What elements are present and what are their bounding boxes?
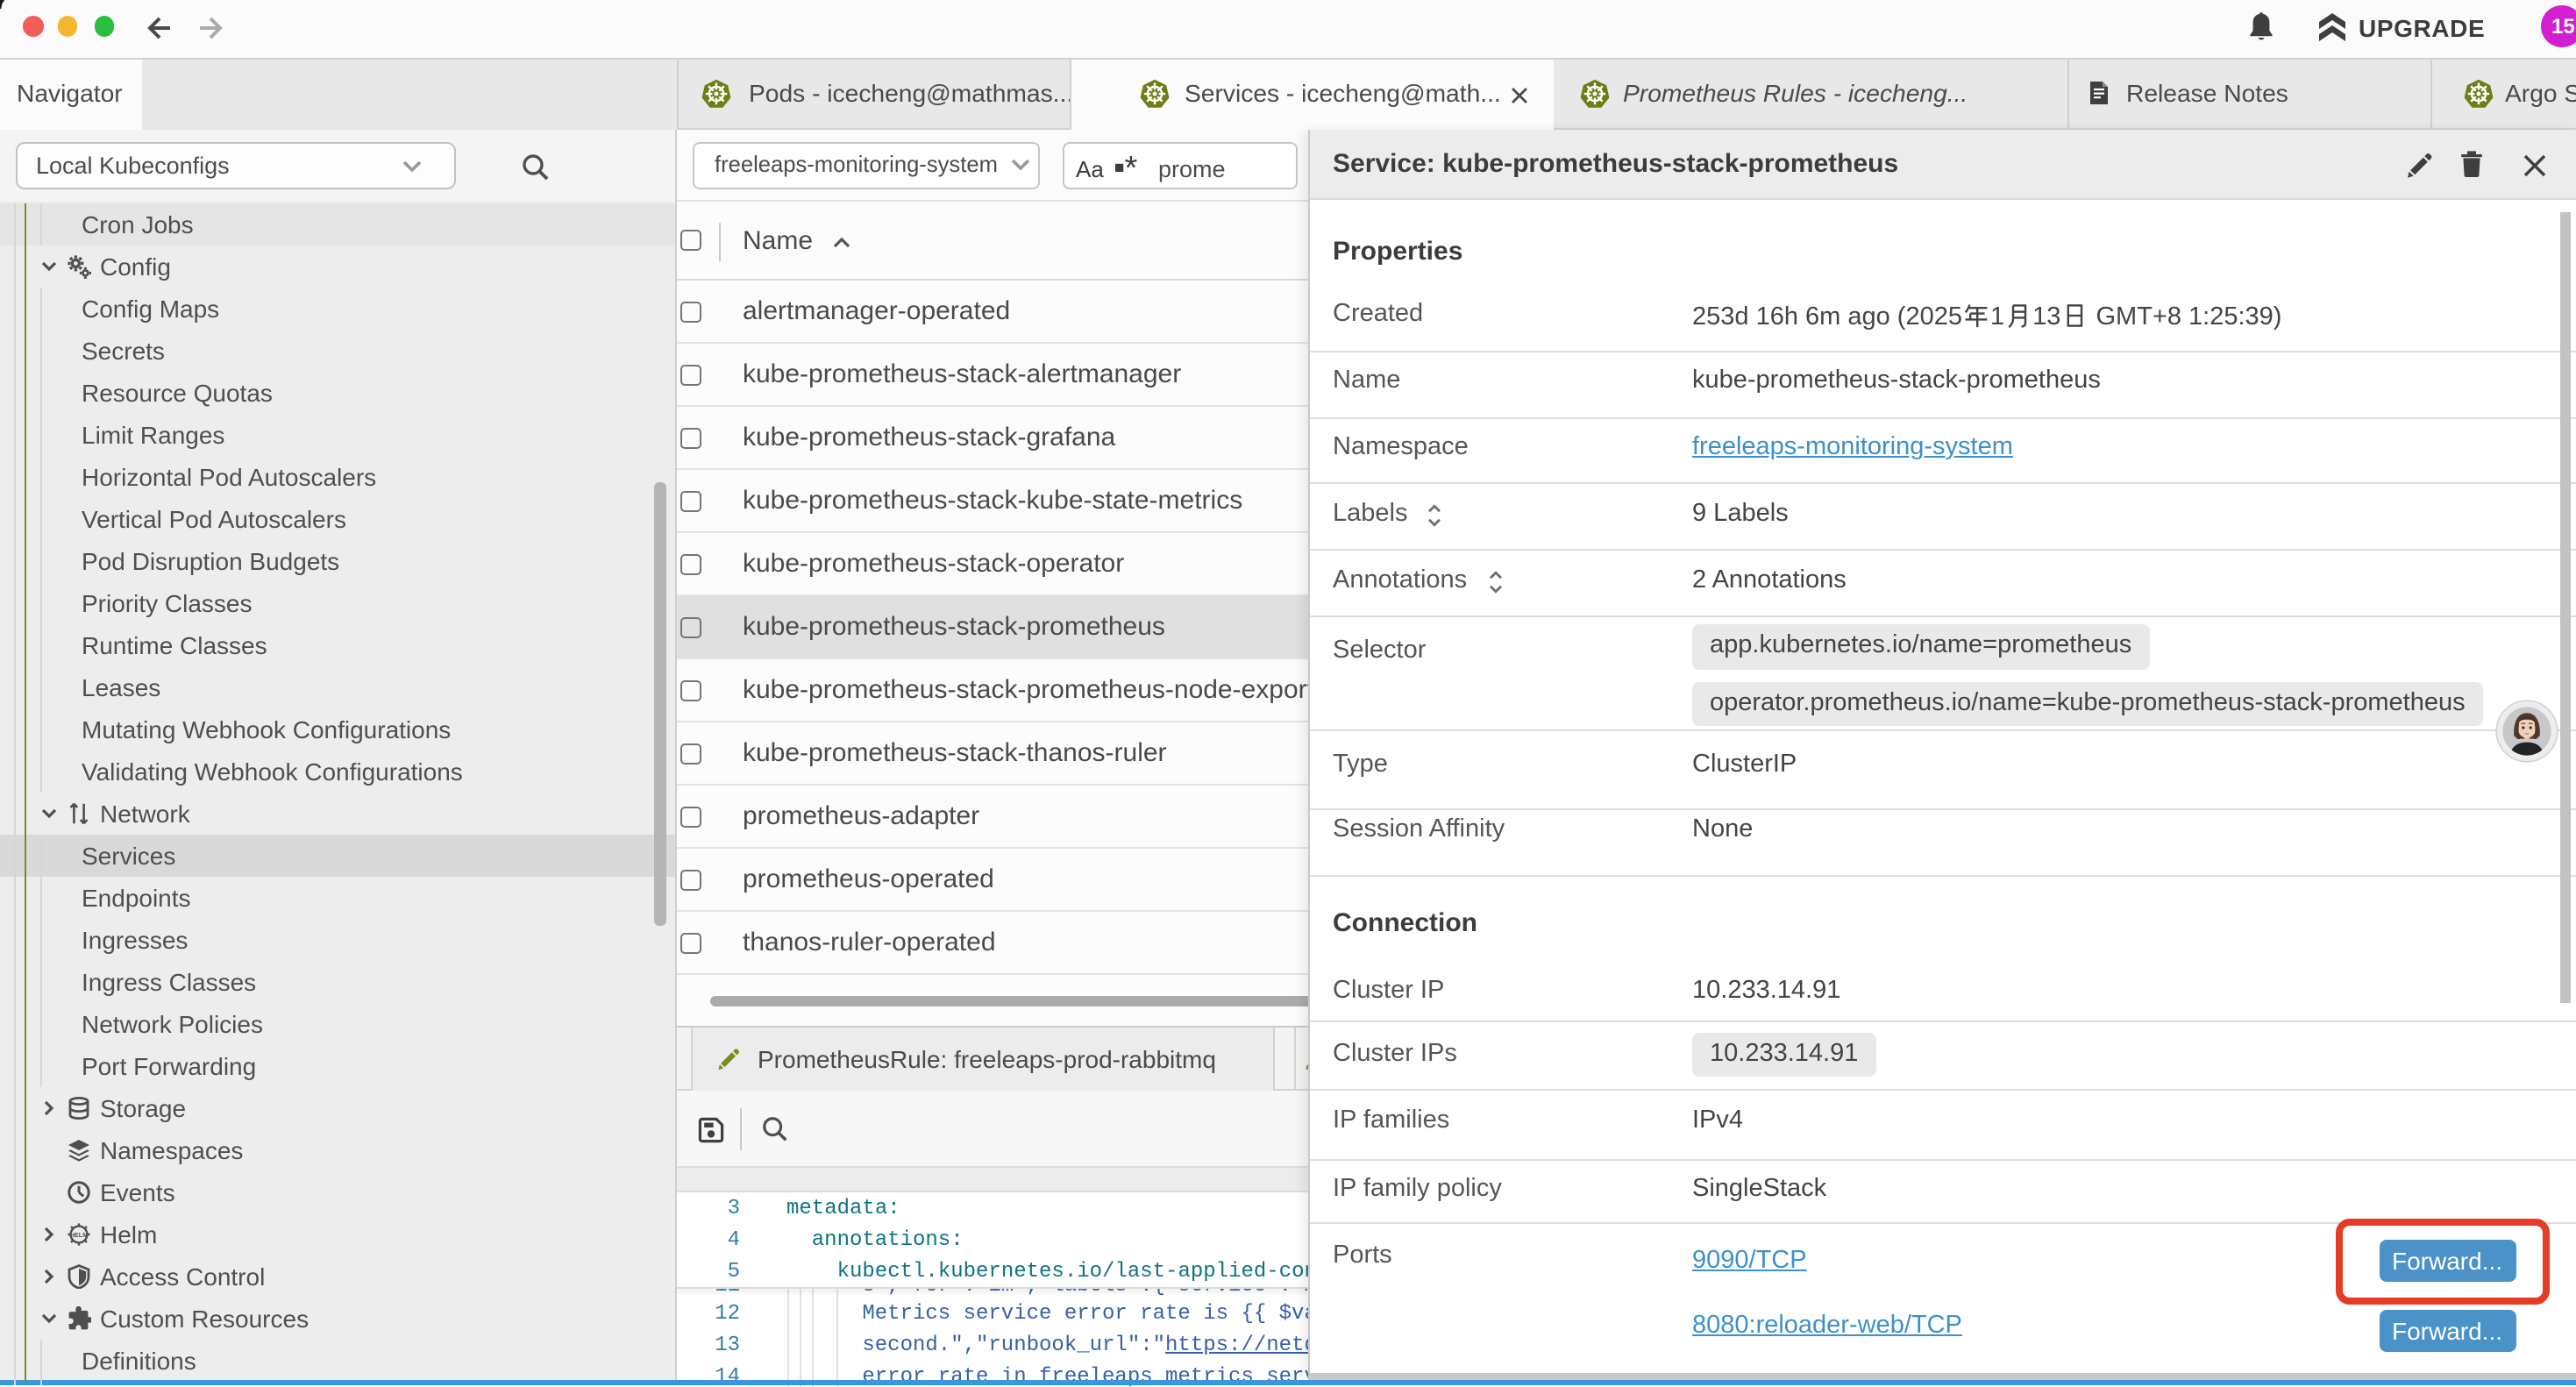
svg-text:HELM: HELM [70,1231,88,1239]
